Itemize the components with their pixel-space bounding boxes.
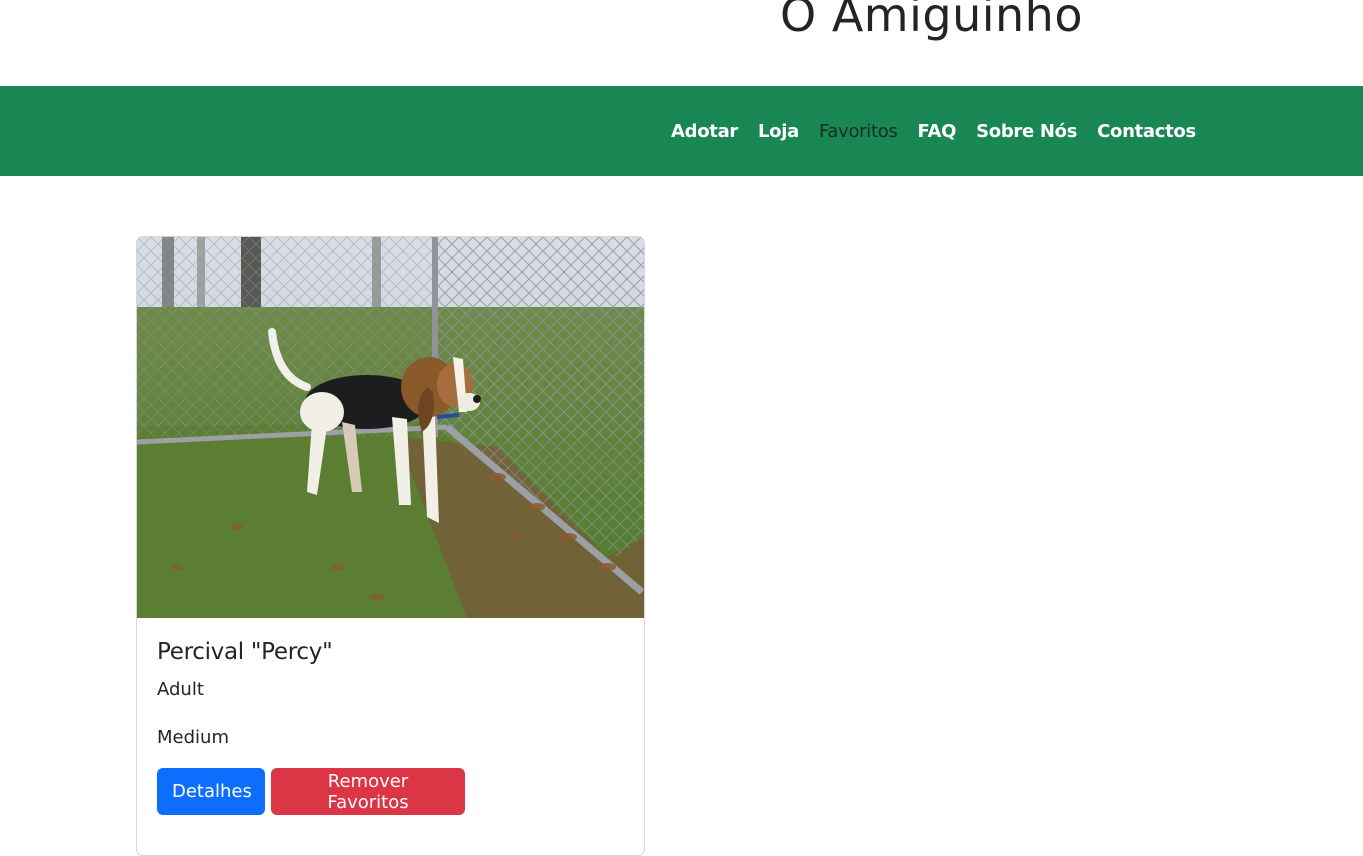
card-actions: Detalhes Remover Favoritos: [157, 768, 471, 815]
pet-photo: [137, 237, 644, 618]
main-navbar: Adotar Loja Favoritos FAQ Sobre Nós Cont…: [0, 86, 1363, 176]
remove-favorite-button[interactable]: Remover Favoritos: [271, 768, 465, 815]
nav-item-favoritos[interactable]: Favoritos: [819, 121, 898, 142]
site-title: O Amiguinho: [780, 0, 1083, 42]
nav-item-contactos[interactable]: Contactos: [1097, 121, 1196, 142]
pet-size: Medium: [157, 727, 229, 748]
nav-item-loja[interactable]: Loja: [758, 121, 799, 142]
pet-card: Percival "Percy" Adult Medium Detalhes R…: [136, 236, 645, 856]
nav-list: Adotar Loja Favoritos FAQ Sobre Nós Cont…: [671, 86, 1216, 176]
pet-name: Percival "Percy": [157, 639, 333, 665]
pet-age: Adult: [157, 679, 204, 700]
nav-item-sobre-nos[interactable]: Sobre Nós: [976, 121, 1077, 142]
card-body: Percival "Percy" Adult Medium Detalhes R…: [157, 639, 471, 815]
details-button[interactable]: Detalhes: [157, 768, 265, 815]
nav-item-adotar[interactable]: Adotar: [671, 121, 738, 142]
site-header: O Amiguinho: [0, 0, 1363, 86]
nav-item-faq[interactable]: FAQ: [918, 121, 957, 142]
